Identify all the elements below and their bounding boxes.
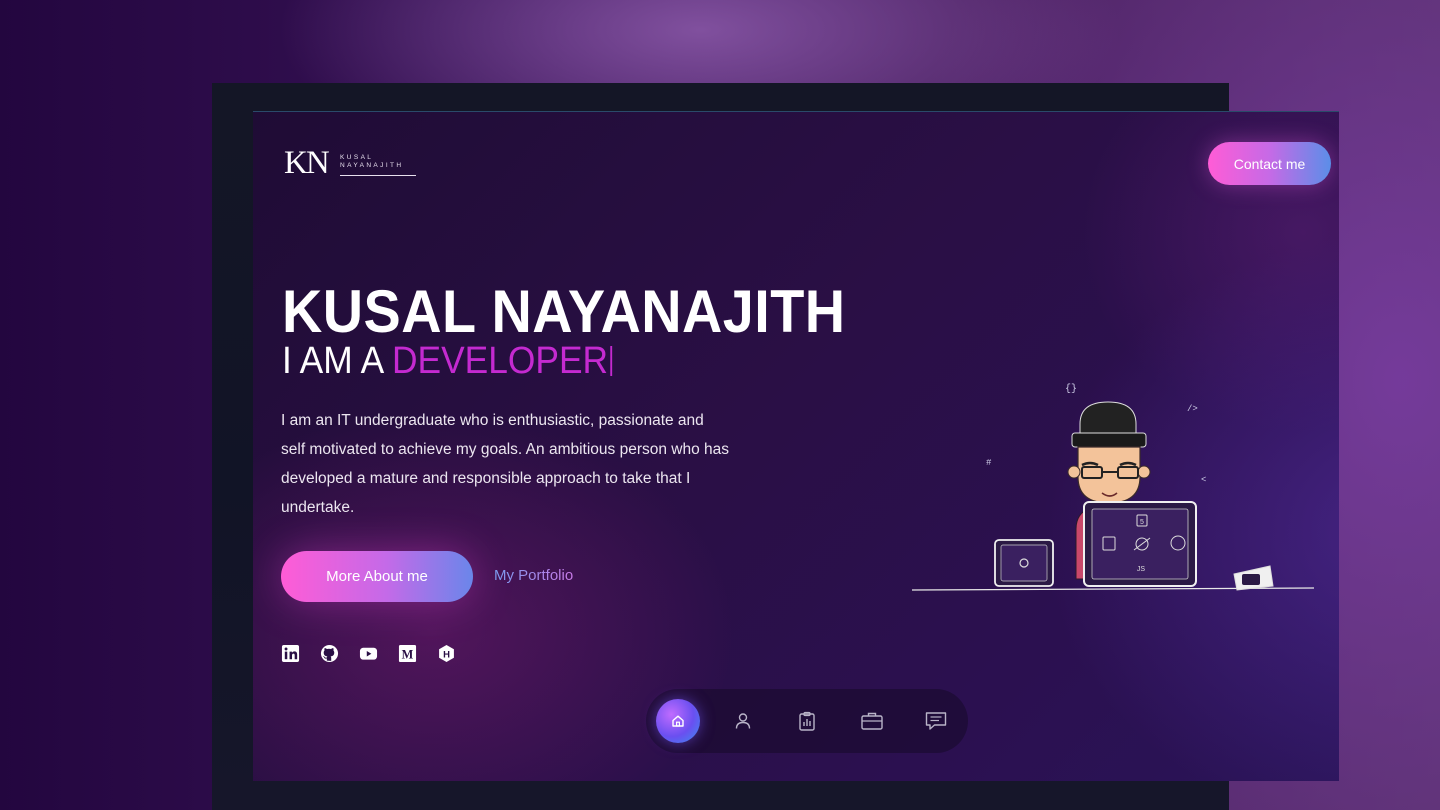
svg-text:{}: {} [1065, 383, 1077, 395]
social-links: M H [281, 644, 456, 663]
hero-name: KUSAL NAYANAJITH [282, 278, 846, 345]
svg-text:/>: /> [1187, 404, 1198, 414]
typing-cursor [609, 346, 612, 376]
site-logo[interactable]: KN KUSAL NAYANAJITH [284, 146, 416, 180]
youtube-icon[interactable] [359, 644, 378, 663]
developer-illustration: {} /> # < 5 JS [911, 383, 1315, 591]
logo-first-name: KUSAL [340, 154, 374, 161]
role-prefix: I AM A [282, 340, 383, 382]
hashnode-icon[interactable]: H [437, 644, 456, 663]
briefcase-icon [861, 712, 883, 730]
svg-text:<: < [1201, 475, 1206, 485]
role-typed-word: DEVELOPER [392, 340, 609, 382]
github-icon[interactable] [320, 644, 339, 663]
hero-description: I am an IT undergraduate who is enthusia… [281, 412, 730, 516]
hero-role: I AM A DEVELOPER [282, 338, 612, 384]
portfolio-link[interactable]: My Portfolio [494, 567, 573, 584]
user-icon [735, 713, 751, 729]
svg-text:5: 5 [1140, 519, 1144, 526]
laptop-js-label: JS [1137, 566, 1146, 573]
nav-contact[interactable] [914, 699, 958, 743]
svg-text:#: # [986, 458, 992, 468]
svg-text:H: H [443, 649, 450, 660]
medium-icon[interactable]: M [398, 644, 417, 663]
portfolio-page: KN KUSAL NAYANAJITH Contact me KUSAL NAY… [253, 111, 1339, 781]
logo-name: KUSAL NAYANAJITH [340, 154, 420, 169]
contact-button[interactable]: Contact me [1208, 142, 1331, 185]
more-about-button[interactable]: More About me [281, 551, 473, 602]
nav-home[interactable] [656, 699, 700, 743]
nav-about[interactable] [721, 699, 765, 743]
logo-initials: KN [284, 145, 330, 181]
bottom-navigation [646, 689, 968, 753]
logo-last-name: NAYANAJITH [340, 161, 404, 169]
message-icon [925, 712, 947, 730]
logo-underline [340, 175, 416, 176]
clipboard-chart-icon [799, 711, 815, 731]
svg-text:M: M [402, 647, 414, 661]
nav-skills[interactable] [785, 699, 829, 743]
linkedin-icon[interactable] [281, 644, 300, 663]
nav-portfolio[interactable] [850, 699, 894, 743]
home-icon [672, 715, 684, 727]
